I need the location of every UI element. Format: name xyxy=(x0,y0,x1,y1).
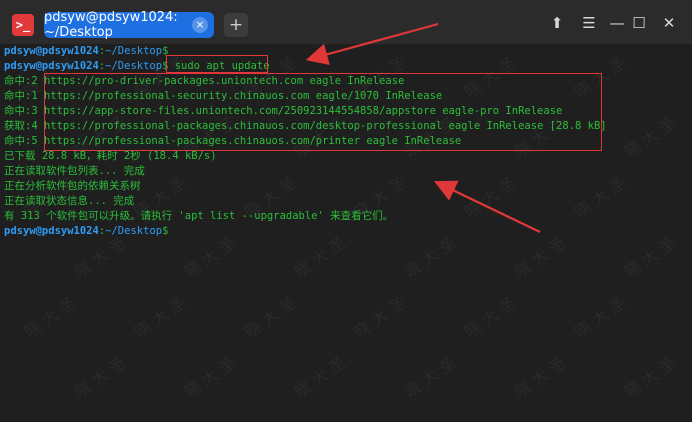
command-arrow xyxy=(305,22,439,65)
output-arrow xyxy=(434,180,541,233)
annotation-arrows xyxy=(305,22,541,233)
